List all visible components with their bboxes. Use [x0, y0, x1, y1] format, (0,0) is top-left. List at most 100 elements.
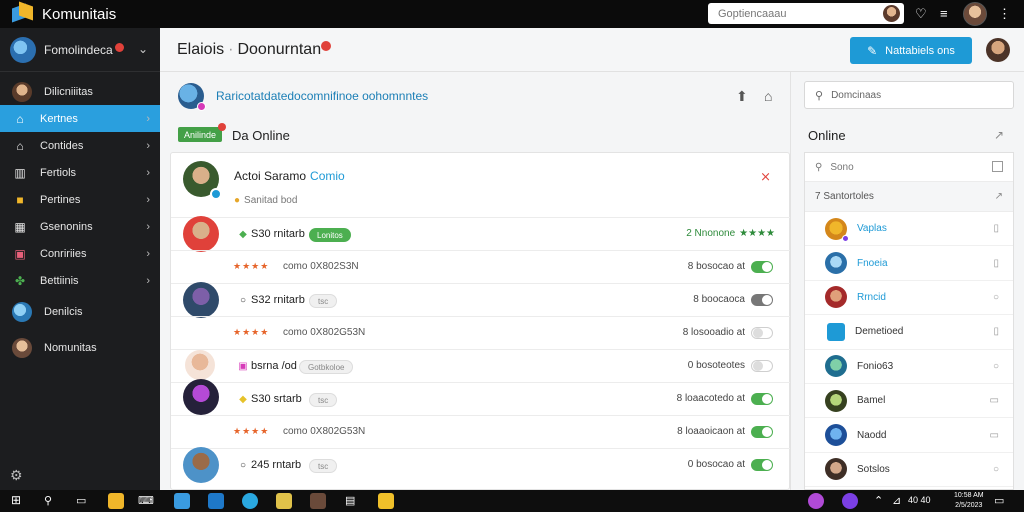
toggle-switch[interactable]	[751, 294, 773, 306]
table-row[interactable]: ◆ S30 srtarb tsc 8 loaacotedo at	[171, 379, 791, 415]
user-avatar[interactable]	[986, 38, 1010, 62]
page-header: Elaiois · Doonurntan ✎ Nattabiels ons	[160, 28, 1024, 72]
member-avatar	[825, 424, 847, 447]
expand-icon[interactable]: ↗	[995, 191, 1003, 202]
new-post-button[interactable]: ✎ Nattabiels ons	[850, 37, 972, 64]
task-view-icon[interactable]: ▭	[76, 494, 86, 507]
table-row[interactable]: ◆ S30 rnitarb Lonitos 2 Nnonone ★★★★	[171, 216, 791, 252]
sidebar-item-1[interactable]: ⌂ Kertnes ›	[0, 105, 160, 132]
document-icon[interactable]: ▭	[990, 395, 999, 406]
toggle-switch[interactable]	[751, 261, 773, 273]
network-icon: ⊿	[892, 495, 902, 507]
sidebar-item-4[interactable]: ■ Pertines ›	[0, 186, 160, 213]
right-search-input[interactable]: ⚲ Domcinaas	[804, 81, 1014, 109]
document-icon[interactable]: ▭	[990, 430, 999, 441]
mail-icon[interactable]	[174, 493, 190, 509]
featured-member[interactable]: Actoi Saramo Comio ● Sanitad bod ⨯	[171, 153, 791, 217]
toggle-switch[interactable]	[751, 459, 773, 471]
community-header[interactable]: Raricotatdatedocomnifinoe oohomnntes	[178, 82, 428, 111]
app-icon[interactable]	[808, 493, 824, 509]
close-icon[interactable]: ⨯	[760, 169, 771, 185]
chevron-up-icon[interactable]: ⌃	[874, 494, 883, 507]
document-icon[interactable]: ▯	[993, 258, 999, 269]
sidebar-item-2[interactable]: ⌂ Contides ›	[0, 132, 160, 159]
member-group-header[interactable]: 7 Santortoles ↗	[805, 182, 1013, 212]
list-item[interactable]: Bamel ▭	[805, 384, 1013, 419]
sidebar-item-9[interactable]: Nomunitas	[0, 330, 160, 366]
member-name: Vaplas	[857, 223, 887, 235]
community-name[interactable]: Raricotatdatedocomnifinoe oohomnntes	[216, 89, 428, 103]
sidebar-header[interactable]: Fomolindeca ⌄	[0, 28, 160, 72]
share-icon[interactable]: ⬆	[736, 88, 748, 105]
table-row[interactable]: ▣ bsrna /od Gotbkoloe 0 bosoteotes	[171, 349, 791, 382]
system-clock[interactable]: 10:58 AM 2/5/2023	[954, 491, 984, 511]
global-search-placeholder: Goptiencaaau	[718, 7, 787, 20]
heart-icon[interactable]: ♡	[915, 6, 927, 22]
sidebar-item-6[interactable]: ▣ Conririies ›	[0, 240, 160, 267]
toggle-switch[interactable]	[751, 327, 773, 339]
filter-checkbox[interactable]	[992, 161, 1003, 172]
table-row[interactable]: ★★★★ como 0X802S3N 8 bosocao at	[171, 250, 791, 283]
right-panel: ⚲ Domcinaas Online ↗ ⚲ Sono 7 Santortole…	[790, 72, 1024, 490]
app-icon[interactable]	[276, 493, 292, 509]
toggle-switch[interactable]	[751, 426, 773, 438]
group-label: 7 Santortoles	[815, 191, 874, 202]
more-vertical-icon[interactable]: ⋮	[998, 6, 1011, 22]
search-icon[interactable]: ⚲	[44, 494, 52, 507]
document-icon[interactable]: ▯	[993, 326, 999, 337]
member-name: Fnoeia	[857, 257, 888, 269]
list-item[interactable]: Demetioed ▯	[805, 315, 1013, 350]
table-row[interactable]: ★★★★ como 0X802G53N 8 losooadio at	[171, 316, 791, 349]
list-item[interactable]: Fnoeia ▯	[805, 246, 1013, 281]
table-row[interactable]: ○ 245 rntarb tsc 0 bosocao at	[171, 447, 791, 483]
sidebar-item-label: Nomunitas	[44, 342, 97, 354]
list-item[interactable]: Vaplas ▯	[805, 212, 1013, 247]
profile-avatar[interactable]	[963, 2, 987, 26]
status-circle-icon: ○	[992, 463, 999, 475]
toggle-switch[interactable]	[751, 393, 773, 405]
role-pill: Gotbkoloe	[299, 360, 354, 374]
table-row[interactable]: ○ S32 rnitarb tsc 8 boocaoca	[171, 282, 791, 318]
calculator-icon[interactable]: ▤	[345, 494, 355, 507]
browser-icon[interactable]	[242, 493, 258, 509]
member-name: Naodd	[857, 429, 887, 441]
member-name: S30 srtarb	[251, 393, 302, 405]
sidebar-item-3[interactable]: ▥ Fertiols ›	[0, 159, 160, 186]
sidebar-item-label: Gsenonins	[40, 220, 93, 233]
photos-icon[interactable]	[310, 493, 326, 509]
notification-icon[interactable]: ▭	[994, 494, 1004, 507]
sidebar-item-0[interactable]: Dilicniiitas	[0, 78, 160, 105]
toggle-switch[interactable]	[751, 360, 773, 372]
list-item[interactable]: Sotslos ○	[805, 453, 1013, 488]
member-name: Rrncid	[857, 291, 886, 303]
sidebar-item-8[interactable]: Denilcis	[0, 294, 160, 330]
online-members-list: ⚲ Sono 7 Santortoles ↗ Vaplas ▯ Fnoeia ▯…	[804, 152, 1014, 490]
member-avatar	[183, 161, 222, 200]
row-code: como 0X802G53N	[283, 426, 366, 437]
online-icon: ○	[239, 295, 247, 306]
list-item[interactable]: Naodd ▭	[805, 418, 1013, 453]
document-icon[interactable]: ▯	[993, 223, 999, 234]
windows-start-icon[interactable]: ⊞	[11, 493, 21, 507]
app-icon[interactable]	[842, 493, 858, 509]
status-circle-icon: ○	[992, 360, 999, 372]
member-filter-input[interactable]: ⚲ Sono	[805, 153, 1013, 182]
sidebar-item-7[interactable]: ✤ Bettiinis ›	[0, 267, 160, 294]
chevron-down-icon[interactable]: ⌄	[138, 42, 148, 56]
chat-icon[interactable]: ⌨	[138, 494, 154, 507]
file-explorer-icon[interactable]	[108, 493, 124, 509]
expand-icon[interactable]: ↗	[994, 128, 1004, 142]
table-row[interactable]: ★★★★ como 0X802G53N 8 loaaoicaon at	[171, 415, 791, 448]
sidebar-item-5[interactable]: ▦ Gsenonins ›	[0, 213, 160, 240]
list-item[interactable]: Rrncid ○	[805, 281, 1013, 316]
row-code: como 0X802S3N	[283, 261, 359, 272]
sidebar-item-label: Fertiols	[40, 166, 77, 179]
notes-icon[interactable]: ≡	[940, 6, 948, 21]
global-search-input[interactable]: Goptiencaaau	[708, 3, 904, 24]
settings-icon[interactable]: ⚙	[10, 467, 23, 484]
home-icon[interactable]: ⌂	[764, 88, 772, 104]
row-meta: 2 Nnonone ★★★★	[686, 228, 775, 239]
edge-browser-icon[interactable]	[208, 493, 224, 509]
list-item[interactable]: Fonio63 ○	[805, 350, 1013, 384]
app-icon[interactable]	[378, 493, 394, 509]
